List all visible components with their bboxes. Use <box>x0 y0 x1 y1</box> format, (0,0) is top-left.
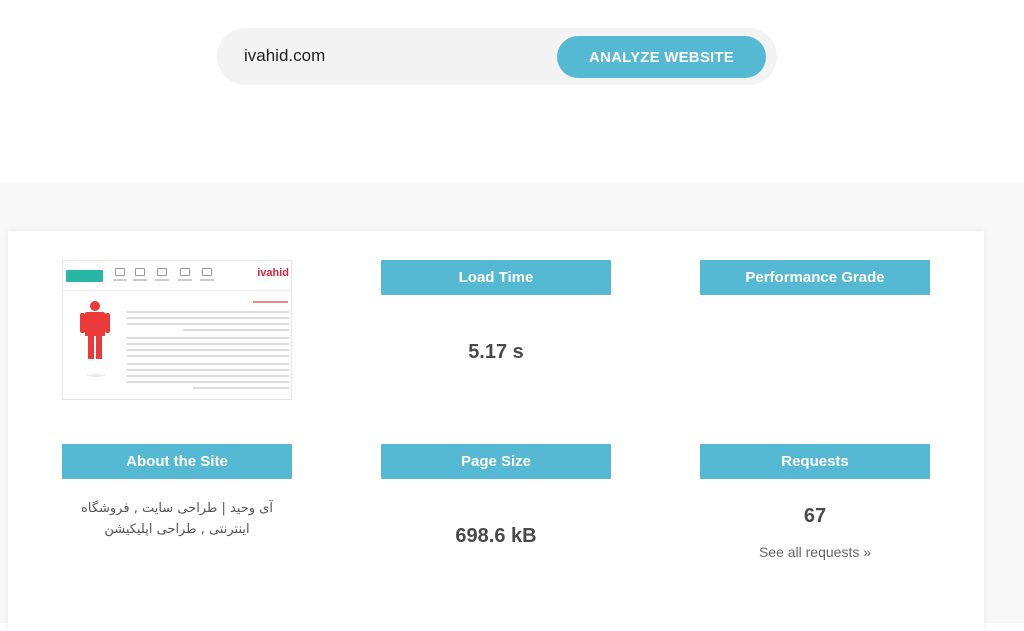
requests-value: 67 <box>803 505 827 527</box>
thumbnail-logo: ivahid <box>257 267 289 279</box>
search-section: ANALYZE WEBSITE <box>0 0 1024 183</box>
thumbnail-lock-icon <box>115 268 125 276</box>
results-section: ivahid Load Time 5.17 s Performance Grad… <box>0 183 1024 631</box>
page-size-value: 698.6 kB <box>455 525 537 547</box>
page-size-header: Page Size <box>381 444 611 479</box>
website-screenshot: ivahid <box>62 260 292 400</box>
about-site-header: About the Site <box>62 444 292 479</box>
about-site-description: آی وحید | طراحی سایت , فروشگاه اینترنتی … <box>81 501 273 537</box>
analyze-website-button[interactable]: ANALYZE WEBSITE <box>557 36 766 78</box>
thumbnail-list-icon <box>202 268 212 276</box>
thumbnail-cta-button <box>66 270 103 282</box>
performance-grade-header: Performance Grade <box>700 260 930 295</box>
load-time-value: 5.17 s <box>468 341 524 363</box>
search-bar: ANALYZE WEBSITE <box>217 28 777 85</box>
see-all-requests-link[interactable]: See all requests » <box>700 544 930 560</box>
results-card: ivahid Load Time 5.17 s Performance Grad… <box>8 231 984 631</box>
thumbnail-monitor-icon <box>135 268 145 276</box>
thumbnail-window-icon <box>157 268 167 276</box>
thumbnail-grid-icon <box>180 268 190 276</box>
thumbnail-navbar: ivahid <box>63 261 291 291</box>
load-time-header: Load Time <box>381 260 611 295</box>
requests-header: Requests <box>700 444 930 479</box>
url-input[interactable] <box>244 45 544 67</box>
